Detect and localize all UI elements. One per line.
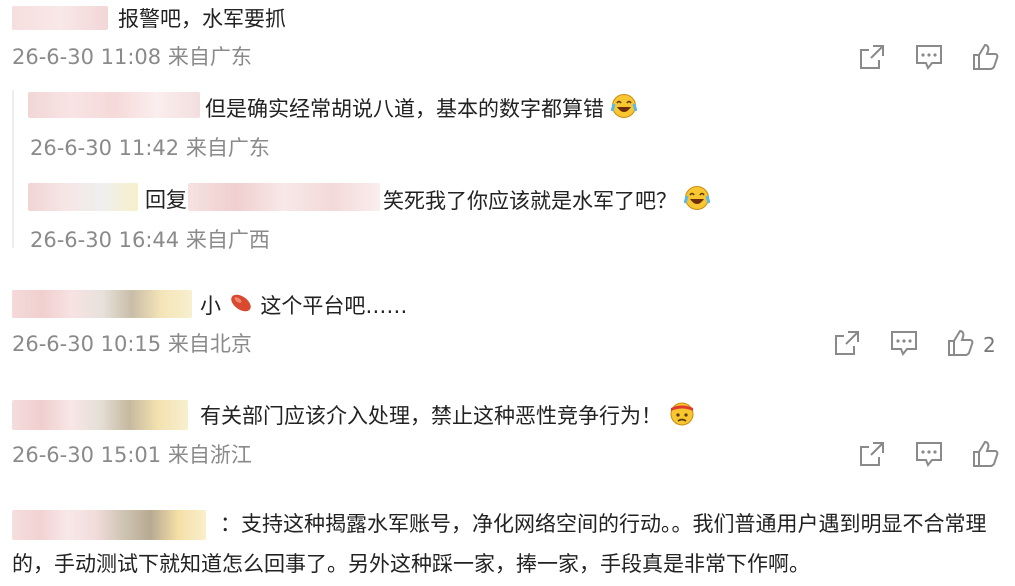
comment-text: ：支持这种揭露水军账号，净化网络空间的行动。。我们普通用户遇到明显不合常理的，手…	[12, 512, 987, 576]
mention-blurred[interactable]	[188, 183, 380, 211]
comment-text-suffix: 这个平台吧……	[260, 294, 408, 318]
share-icon[interactable]	[832, 328, 862, 358]
reply-text: 笑死我了你应该就是水军了吧？	[383, 189, 677, 213]
comment-meta: 26-6-30 11:08 来自广东	[12, 45, 252, 69]
like-icon[interactable]	[970, 439, 1000, 469]
comment-icon[interactable]	[914, 439, 944, 469]
reply-prefix: 回复	[145, 188, 187, 212]
comment-text: 小	[200, 294, 221, 318]
comment-icon[interactable]	[914, 42, 944, 72]
angry-headband-emoji-icon	[669, 400, 695, 434]
sweet-potato-emoji-icon	[228, 290, 254, 324]
username-blurred[interactable]	[12, 400, 188, 430]
laughing-emoji-icon	[610, 93, 638, 127]
username-blurred[interactable]	[28, 92, 200, 118]
username-blurred[interactable]	[12, 290, 192, 318]
like-count: 2	[983, 333, 996, 357]
reply-thread-line	[12, 90, 14, 248]
username-blurred[interactable]	[12, 6, 108, 30]
laughing-emoji-icon	[683, 185, 711, 219]
reply-meta: 26-6-30 11:42 来自广东	[30, 136, 270, 160]
like-icon[interactable]	[945, 328, 975, 358]
reply-meta: 26-6-30 16:44 来自广西	[30, 228, 270, 252]
reply-text: 但是确实经常胡说八道，基本的数字都算错	[205, 97, 604, 121]
comment-text: 有关部门应该介入处理，禁止这种恶性竞争行为！	[200, 404, 662, 428]
comment-meta: 26-6-30 10:15 来自北京	[12, 332, 252, 356]
username-blurred[interactable]	[28, 183, 138, 211]
share-icon[interactable]	[857, 439, 887, 469]
comment-text: 报警吧，水军要抓	[118, 7, 286, 31]
like-icon[interactable]	[970, 42, 1000, 72]
share-icon[interactable]	[857, 42, 887, 72]
comment-meta: 26-6-30 15:01 来自浙江	[12, 443, 252, 467]
comment-icon[interactable]	[889, 328, 919, 358]
